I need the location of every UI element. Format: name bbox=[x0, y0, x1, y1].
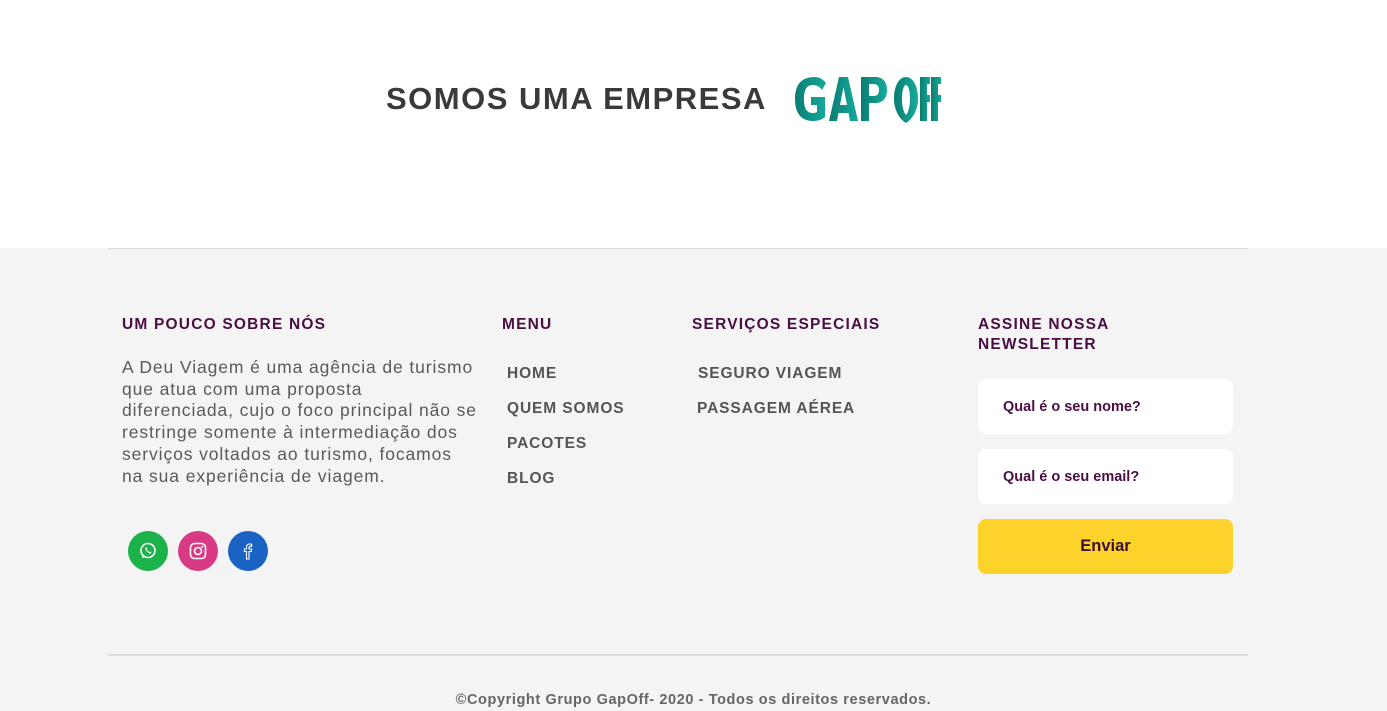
name-field bbox=[978, 379, 1233, 434]
instagram-icon bbox=[189, 542, 207, 560]
brand-row: SOMOS UMA EMPRESA bbox=[386, 72, 941, 126]
name-input[interactable] bbox=[978, 379, 1233, 434]
email-input[interactable] bbox=[978, 449, 1233, 504]
services-title: SERVIÇOS ESPECIAIS bbox=[692, 316, 881, 333]
footer-bottom-divider bbox=[108, 654, 1248, 656]
about-text: A Deu Viagem é uma agência de turismo qu… bbox=[122, 357, 477, 486]
whatsapp-button[interactable] bbox=[128, 531, 168, 571]
menu-title: MENU bbox=[502, 316, 553, 333]
footer-top-divider bbox=[108, 248, 1248, 249]
hero-tagline: SOMOS UMA EMPRESA bbox=[386, 81, 767, 116]
services-link-seguro-viagem[interactable]: SEGURO VIAGEM bbox=[698, 365, 842, 383]
social-links bbox=[128, 531, 268, 571]
newsletter-title-line1: ASSINE NOSSA bbox=[978, 316, 1110, 333]
menu-link-blog[interactable]: BLOG bbox=[507, 470, 555, 488]
newsletter-title-line2: NEWSLETTER bbox=[978, 336, 1097, 353]
hero-section: SOMOS UMA EMPRESA bbox=[0, 0, 1387, 248]
gapoff-logo bbox=[793, 73, 941, 125]
newsletter-title: ASSINE NOSSA NEWSLETTER bbox=[978, 315, 1110, 355]
facebook-icon bbox=[243, 543, 253, 560]
about-title: UM POUCO SOBRE NÓS bbox=[122, 316, 327, 333]
services-link-passagem-aerea[interactable]: PASSAGEM AÉREA bbox=[697, 400, 855, 418]
gapoff-logo-mark bbox=[794, 77, 941, 123]
instagram-button[interactable] bbox=[178, 531, 218, 571]
email-field bbox=[978, 449, 1233, 504]
menu-link-pacotes[interactable]: PACOTES bbox=[507, 435, 587, 453]
submit-button[interactable]: Enviar bbox=[978, 519, 1233, 574]
whatsapp-icon bbox=[140, 542, 156, 559]
menu-link-quem-somos[interactable]: QUEM SOMOS bbox=[507, 400, 625, 418]
menu-link-home[interactable]: HOME bbox=[507, 365, 557, 383]
facebook-button[interactable] bbox=[228, 531, 268, 571]
copyright-text: ©Copyright Grupo GapOff- 2020 - Todos os… bbox=[455, 692, 932, 708]
